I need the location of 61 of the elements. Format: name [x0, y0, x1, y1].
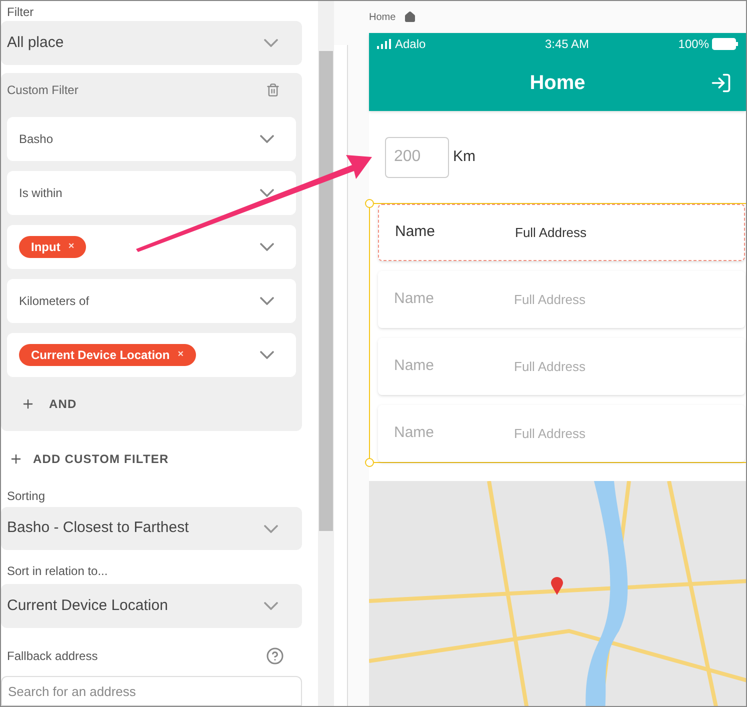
chevron-down-icon: [260, 296, 274, 305]
chevron-down-icon: [264, 524, 278, 533]
filter-dropdown[interactable]: Input ×: [7, 224, 296, 269]
chevron-down-icon: [260, 350, 274, 359]
plus-icon: [21, 396, 35, 411]
filter-dropdown[interactable]: Kilometers of: [7, 278, 296, 323]
item-address: Full Address: [514, 290, 586, 309]
chip-remove[interactable]: ×: [68, 239, 74, 254]
item-name: Name: [394, 356, 436, 376]
chevron-down-icon: [260, 134, 274, 143]
add-custom-filter-button[interactable]: ADD CUSTOM FILTER: [1, 430, 302, 487]
resize-handle[interactable]: [365, 199, 374, 208]
item-name: Name: [394, 289, 436, 310]
field-label: Sort in relation to...: [6, 563, 109, 580]
breadcrumb[interactable]: Home: [369, 10, 396, 24]
field-value: Kilometers of: [19, 292, 90, 310]
item-name: Name: [394, 423, 436, 444]
field-value: Basho: [19, 130, 54, 148]
screen-title: Home: [530, 71, 586, 96]
chevron-down-icon: [264, 38, 278, 47]
card-title: Custom Filter: [7, 82, 78, 99]
field-label: Fallback address: [7, 648, 98, 666]
item-name: Name: [395, 222, 436, 242]
list-item[interactable]: Name Full Address: [378, 204, 745, 261]
dropdown[interactable]: Basho - Closest to Farthest: [1, 506, 302, 550]
battery-percent: 100%: [678, 36, 709, 53]
chevron-down-icon: [260, 188, 274, 197]
map-pin-icon: [551, 577, 563, 595]
field-label: Filter: [6, 4, 35, 21]
help-icon[interactable]: [266, 647, 284, 666]
trash-icon[interactable]: [266, 82, 280, 97]
carrier-name: Adalo: [395, 36, 426, 53]
chevron-down-icon: [264, 602, 278, 610]
signal-icon: [377, 39, 391, 49]
address-input-field[interactable]: Search for an address: [1, 676, 302, 706]
unit-label: Km: [453, 146, 476, 167]
distance-input-field[interactable]: 200: [385, 136, 449, 178]
scrollbar-thumb[interactable]: [319, 51, 333, 531]
plus-icon: [9, 452, 23, 466]
item-address: Full Address: [514, 424, 586, 443]
battery-icon: [712, 38, 738, 50]
filter-dropdown[interactable]: Current Device Location ×: [7, 332, 296, 377]
value-chip[interactable]: Input ×: [19, 236, 86, 258]
and-button[interactable]: AND: [7, 386, 296, 421]
value-chip[interactable]: Current Device Location ×: [19, 344, 196, 366]
home-icon: [404, 11, 416, 23]
filter-dropdown[interactable]: Basho: [7, 116, 296, 161]
chevron-down-icon: [260, 242, 274, 251]
dropdown[interactable]: Current Device Location: [1, 584, 302, 628]
item-address: Full Address: [515, 224, 587, 242]
filter-dropdown[interactable]: Is within: [7, 170, 296, 215]
resize-handle[interactable]: [365, 458, 374, 467]
item-address: Full Address: [514, 358, 586, 376]
chip-label: Input: [31, 238, 60, 256]
field-label: Sorting: [6, 488, 46, 505]
dropdown[interactable]: All place: [1, 21, 302, 65]
chip-remove[interactable]: ×: [178, 347, 184, 362]
exit-icon[interactable]: [710, 72, 732, 94]
status-time: 3:45 AM: [544, 36, 590, 53]
chip-label: Current Device Location: [31, 346, 170, 364]
field-value: Is within: [19, 184, 62, 202]
